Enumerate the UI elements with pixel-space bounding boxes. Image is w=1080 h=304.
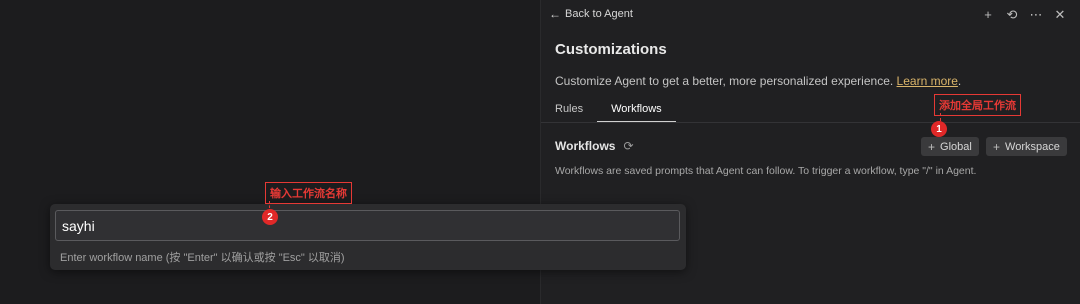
page-title: Customizations (555, 41, 667, 58)
description-text: Customize Agent to get a better, more pe… (555, 74, 894, 88)
tab-bar: Rules Workflows (555, 103, 676, 123)
close-icon[interactable]: ✕ (1053, 6, 1067, 24)
quick-input-dialog: Enter workflow name (按 "Enter" 以确认或按 "Es… (50, 204, 686, 270)
workflow-name-input[interactable] (55, 210, 680, 241)
description-period: . (957, 74, 962, 88)
back-label: Back to Agent (565, 8, 633, 20)
learn-more-link[interactable]: Learn more (897, 74, 958, 88)
plus-icon: + (928, 139, 936, 154)
refresh-icon[interactable]: ⟳ (623, 139, 633, 153)
annotation-number-2: 2 (262, 209, 278, 225)
annotation-number-1: 1 (931, 121, 947, 137)
tab-divider (541, 122, 1080, 123)
annotation-label-1: 添加全局工作流 (934, 94, 1021, 116)
more-icon[interactable]: ⋯ (1029, 6, 1043, 24)
annotation-line-2 (269, 201, 270, 208)
panel-topbar: ← Back to Agent + ⟲ ⋯ ✕ (541, 0, 1080, 32)
tab-workflows[interactable]: Workflows (597, 103, 676, 123)
tab-rules[interactable]: Rules (555, 103, 583, 123)
global-label: Global (940, 140, 972, 153)
quick-input-hint: Enter workflow name (按 "Enter" 以确认或按 "Es… (60, 252, 345, 264)
back-to-agent-button[interactable]: ← Back to Agent (549, 8, 633, 20)
workflows-description: Workflows are saved prompts that Agent c… (555, 165, 977, 177)
workflows-title: Workflows (555, 139, 616, 153)
workspace-label: Workspace (1005, 140, 1060, 153)
history-icon[interactable]: ⟲ (1005, 6, 1019, 24)
workflows-header: Workflows ⟳ (555, 139, 634, 153)
annotation-label-2: 输入工作流名称 (265, 182, 352, 204)
page-description: Customize Agent to get a better, more pe… (555, 74, 961, 88)
plus-icon[interactable]: + (981, 6, 995, 24)
arrow-left-icon: ← (549, 7, 561, 21)
add-workspace-workflow-button[interactable]: + Workspace (986, 137, 1067, 156)
plus-icon: + (993, 139, 1001, 154)
topbar-actions: + ⟲ ⋯ ✕ (981, 6, 1067, 24)
add-global-workflow-button[interactable]: + Global (921, 137, 979, 156)
annotation-line-1 (940, 113, 941, 121)
